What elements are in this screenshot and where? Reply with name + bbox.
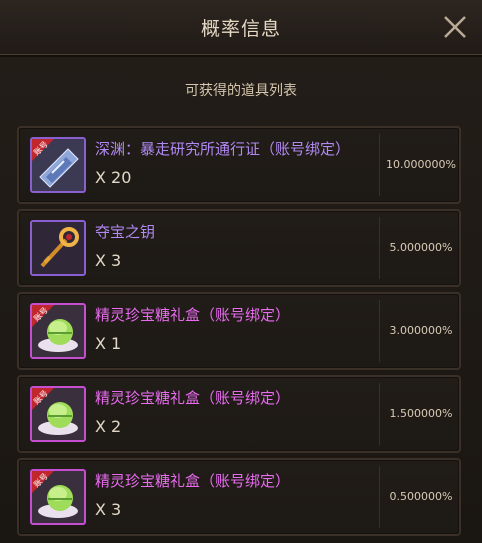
item-name: 深渊：暴走研究所通行证（账号绑定） [95, 140, 351, 158]
item-quantity: X 3 [95, 500, 122, 519]
close-button[interactable] [440, 12, 470, 42]
close-icon [444, 16, 466, 38]
title-bar: 概率信息 [0, 0, 482, 55]
column-divider [379, 383, 380, 445]
item-quantity: X 3 [95, 251, 122, 270]
candy-gift-box-icon: 账号 [30, 469, 86, 525]
item-quantity: X 2 [95, 417, 122, 436]
candy-gift-box-icon: 账号 [30, 303, 86, 359]
item-name: 精灵珍宝糖礼盒（账号绑定） [95, 306, 291, 324]
probability-panel: 概率信息 可获得的道具列表 账号 深渊：暴走研究所通行证（账号绑定） X 20 … [0, 0, 482, 543]
item-probability: 5.000000% [389, 241, 453, 254]
list-item[interactable]: 账号 精灵珍宝糖礼盒（账号绑定） X 3 0.500000% [17, 458, 461, 536]
item-probability: 10.000000% [386, 158, 456, 171]
item-probability: 1.500000% [389, 407, 453, 420]
list-item[interactable]: 夺宝之钥 X 3 5.000000% [17, 209, 461, 287]
candy-gift-box-icon: 账号 [30, 386, 86, 442]
pass-ticket-icon: 账号 [30, 137, 86, 193]
item-name: 精灵珍宝糖礼盒（账号绑定） [95, 389, 291, 407]
item-probability: 3.000000% [389, 324, 453, 337]
item-quantity: X 1 [95, 334, 122, 353]
column-divider [379, 134, 380, 196]
list-item[interactable]: 账号 深渊：暴走研究所通行证（账号绑定） X 20 10.000000% [17, 126, 461, 204]
golden-key-icon [30, 220, 86, 276]
item-name: 夺宝之钥 [95, 223, 156, 241]
item-name: 精灵珍宝糖礼盒（账号绑定） [95, 472, 291, 490]
list-item[interactable]: 账号 精灵珍宝糖礼盒（账号绑定） X 1 3.000000% [17, 292, 461, 370]
column-divider [379, 300, 380, 362]
column-divider [379, 217, 380, 279]
window-title: 概率信息 [200, 18, 281, 40]
list-item[interactable]: 账号 精灵珍宝糖礼盒（账号绑定） X 2 1.500000% [17, 375, 461, 453]
column-divider [379, 466, 380, 528]
item-list-heading: 可获得的道具列表 [185, 83, 297, 99]
item-probability: 0.500000% [389, 490, 453, 503]
item-quantity: X 20 [95, 168, 132, 187]
